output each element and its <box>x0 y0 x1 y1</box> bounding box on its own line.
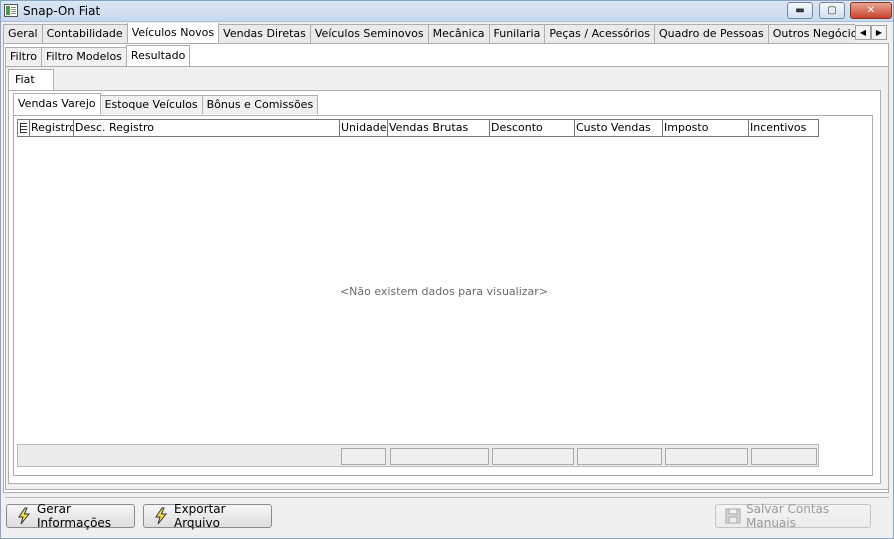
footer-total-custo-vendas <box>577 448 662 465</box>
column-header-vendas-brutas[interactable]: Vendas Brutas <box>387 120 489 136</box>
maximize-button[interactable]: ▢ <box>819 2 845 19</box>
column-header-incentivos[interactable]: Incentivos <box>748 120 819 136</box>
grid-header: Registro Desc. Registro Unidades Vendas … <box>17 119 819 137</box>
export-button-label: Exportar Arquivo <box>174 502 226 530</box>
tab-outros-negocios[interactable]: Outros Negócios e Outras Mar <box>767 24 855 43</box>
tab-filtro[interactable]: Filtro <box>5 47 42 66</box>
column-header-desc-registro[interactable]: Desc. Registro <box>73 120 339 136</box>
footer-total-vendas-brutas <box>390 448 489 465</box>
tab-filtro-modelos[interactable]: Filtro Modelos <box>40 47 127 66</box>
footer-total-unidades <box>341 448 386 465</box>
tab-fiat[interactable]: Fiat <box>8 69 54 90</box>
grid-footer <box>17 444 819 467</box>
brand-tab-strip: Fiat <box>8 69 54 90</box>
column-header-registro[interactable]: Registro <box>29 120 73 136</box>
floppy-disk-icon <box>724 507 742 525</box>
tab-scroll-left-icon[interactable]: ◀ <box>855 25 871 40</box>
tab-veiculos-novos[interactable]: Veículos Novos <box>126 23 220 43</box>
lightning-icon <box>152 507 170 525</box>
footer-total-imposto <box>665 448 748 465</box>
empty-grid-message: <Não existem dados para visualizar> <box>339 285 549 298</box>
generate-button[interactable]: Gerar Informações <box>6 502 135 530</box>
data-grid[interactable]: <Não existem dados para visualizar> <box>17 137 871 444</box>
tab-estoque-veiculos[interactable]: Estoque Veículos <box>99 95 203 114</box>
save-manual-accounts-button[interactable]: Salvar Contas Manuais <box>715 502 871 530</box>
tab-veiculos-seminovos[interactable]: Veículos Seminovos <box>309 24 429 43</box>
footer-total-incentivos <box>751 448 817 465</box>
close-button[interactable]: ✕ <box>850 2 892 19</box>
title-bar: Snap-On Fiat ▬ ▢ ✕ <box>1 1 893 22</box>
column-header-imposto[interactable]: Imposto <box>662 120 748 136</box>
tab-scroll-arrows: ◀ ▶ <box>855 25 887 40</box>
footer-total-desconto <box>492 448 574 465</box>
save-manual-accounts-label: Salvar Contas Manuais <box>746 502 830 530</box>
tab-bonus-comissoes[interactable]: Bônus e Comissões <box>201 95 319 114</box>
tab-contabilidade[interactable]: Contabilidade <box>41 24 128 43</box>
tab-quadro-de-pessoas[interactable]: Quadro de Pessoas <box>653 24 769 43</box>
column-header-desconto[interactable]: Desconto <box>489 120 574 136</box>
window-title: Snap-On Fiat <box>23 4 101 18</box>
export-button[interactable]: Exportar Arquivo <box>143 502 272 530</box>
lightning-icon <box>15 507 33 525</box>
tab-pecas-acessorios[interactable]: Peças / Acessórios <box>544 24 655 43</box>
column-chooser-icon[interactable] <box>17 120 29 136</box>
bottom-divider <box>5 497 889 498</box>
main-tab-strip: Geral Contabilidade Veículos Novos Venda… <box>3 23 855 43</box>
tab-vendas-varejo[interactable]: Vendas Varejo <box>13 93 101 114</box>
tab-funilaria[interactable]: Funilaria <box>488 24 546 43</box>
sub-tab-strip: Filtro Filtro Modelos Resultado <box>5 45 191 66</box>
tab-mecanica[interactable]: Mecânica <box>427 24 490 43</box>
app-icon <box>4 4 18 17</box>
column-header-custo-vendas[interactable]: Custo Vendas <box>574 120 662 136</box>
app-window: Snap-On Fiat ▬ ▢ ✕ Geral Contabilidade V… <box>0 0 894 539</box>
tab-resultado[interactable]: Resultado <box>125 45 191 66</box>
tab-geral[interactable]: Geral <box>3 24 43 43</box>
minimize-button[interactable]: ▬ <box>787 2 813 19</box>
report-tab-strip: Vendas Varejo Estoque Veículos Bônus e C… <box>13 93 319 114</box>
column-header-unidades[interactable]: Unidades <box>339 120 387 136</box>
tab-scroll-right-icon[interactable]: ▶ <box>871 25 887 40</box>
tab-vendas-diretas[interactable]: Vendas Diretas <box>218 24 311 43</box>
generate-button-label: Gerar Informações <box>37 502 112 530</box>
